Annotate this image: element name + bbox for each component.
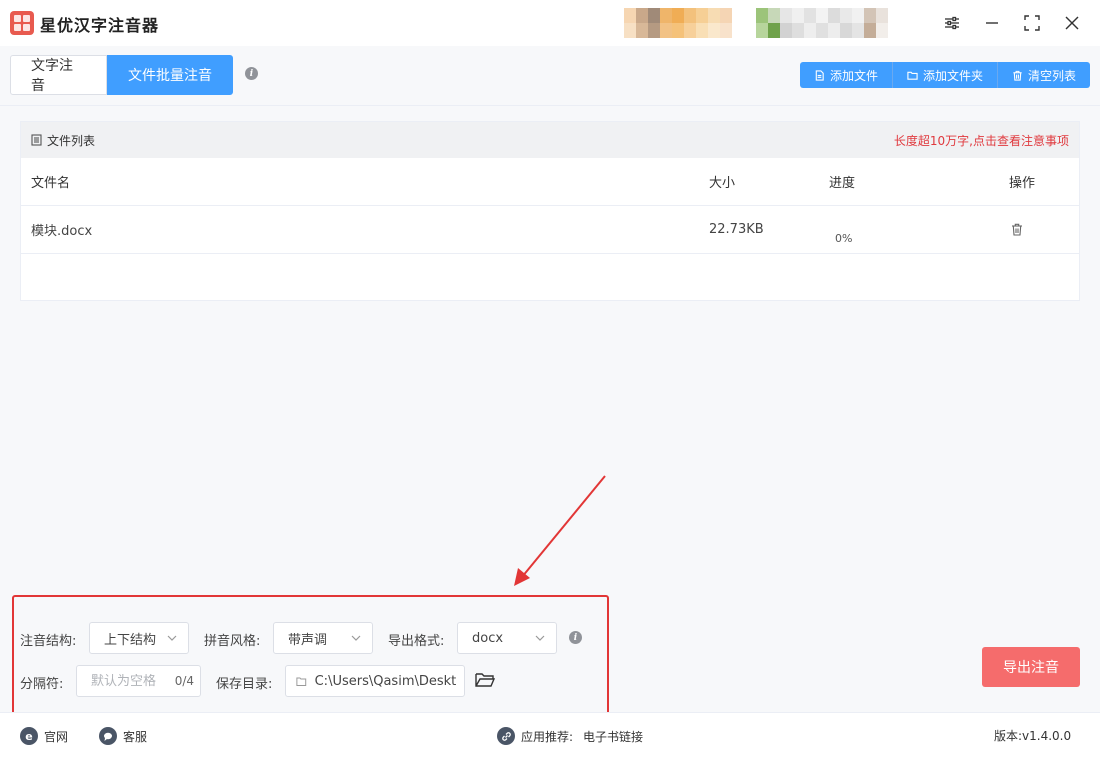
close-icon[interactable] — [1060, 11, 1084, 35]
recommend-label: 应用推荐: — [521, 729, 574, 744]
col-progress: 进度 — [829, 176, 856, 191]
folder-icon — [907, 71, 918, 80]
trash-icon — [1013, 70, 1022, 81]
style-label: 拼音风格: — [204, 634, 261, 649]
file-icon — [815, 69, 824, 81]
title-bar: 星优汉字注音器 — [0, 0, 1100, 46]
separator-count: 0/4 — [174, 674, 194, 688]
version-label: 版本:v1.4.0.0 — [994, 729, 1072, 743]
app-logo-icon — [10, 11, 34, 35]
ebook-link[interactable]: 电子书链接 — [583, 728, 643, 745]
export-format-select[interactable]: docx — [457, 622, 557, 654]
separator-input[interactable] — [91, 673, 171, 689]
file-list-panel: 文件列表 长度超10万字,点击查看注意事项 文件名 大小 进度 操作 模块.do… — [20, 121, 1080, 301]
chevron-down-icon — [351, 635, 361, 641]
info-icon[interactable]: i — [245, 67, 258, 80]
col-action: 操作 — [1009, 176, 1036, 191]
export-annotation-button[interactable]: 导出注音 — [982, 647, 1080, 687]
trash-icon — [1012, 223, 1022, 236]
minimize-icon[interactable] — [980, 11, 1004, 35]
format-value: docx — [472, 630, 504, 646]
settings-highlight-box — [12, 595, 609, 715]
recommend-area: 应用推荐: 电子书链接 — [497, 727, 643, 745]
clear-list-button[interactable]: 清空列表 — [998, 62, 1090, 88]
length-notice-link[interactable]: 长度超10万字,点击查看注意事项 — [894, 132, 1069, 149]
chat-bubble-icon — [99, 727, 117, 745]
file-list-header: 文件列表 长度超10万字,点击查看注意事项 — [21, 122, 1079, 158]
file-list-title: 文件列表 — [47, 133, 96, 148]
table-header: 文件名 大小 进度 操作 — [21, 158, 1079, 206]
table-row[interactable]: 模块.docx 22.73KB 0% — [21, 206, 1079, 254]
add-folder-label: 添加文件夹 — [922, 68, 983, 83]
col-size: 大小 — [709, 176, 736, 191]
structure-label: 注音结构: — [20, 634, 77, 649]
footer-bar: e 官网 客服 应用推荐: 电子书链接 版本:v1.4.0.0 — [0, 712, 1100, 760]
chevron-down-icon — [535, 635, 545, 641]
mode-tabs: 文字注音 文件批量注音 — [10, 55, 233, 95]
browse-folder-button[interactable] — [474, 670, 496, 694]
col-filename: 文件名 — [31, 176, 71, 191]
blurred-avatar — [624, 8, 732, 38]
save-dir-field[interactable] — [285, 665, 465, 697]
blurred-username — [756, 8, 888, 38]
file-name: 模块.docx — [31, 224, 93, 239]
support-label: 客服 — [123, 729, 148, 744]
tab-batch-file-annotation[interactable]: 文件批量注音 — [107, 55, 233, 95]
website-link[interactable]: e 官网 — [20, 727, 68, 745]
add-folder-button[interactable]: 添加文件夹 — [893, 62, 998, 88]
divider — [0, 105, 1100, 106]
clear-list-label: 清空列表 — [1027, 68, 1076, 83]
file-toolbar: 添加文件 添加文件夹 清空列表 — [799, 62, 1090, 88]
pinyin-style-select[interactable]: 带声调 — [273, 622, 373, 654]
settings-sliders-icon[interactable] — [940, 11, 964, 35]
folder-icon — [296, 676, 307, 686]
style-value: 带声调 — [288, 632, 328, 648]
structure-value: 上下结构 — [104, 632, 157, 648]
maximize-icon[interactable] — [1020, 11, 1044, 35]
separator-field[interactable]: 0/4 — [76, 665, 201, 697]
link-icon — [497, 727, 515, 745]
info-icon[interactable]: i — [569, 631, 582, 644]
version-text: 版本:v1.4.0.0 — [994, 727, 1071, 744]
save-dir-label: 保存目录: — [216, 677, 273, 692]
format-label: 导出格式: — [388, 634, 445, 649]
save-dir-input[interactable] — [314, 673, 456, 689]
browser-e-icon: e — [20, 727, 38, 745]
list-icon — [31, 134, 42, 146]
add-file-button[interactable]: 添加文件 — [800, 62, 893, 88]
add-file-label: 添加文件 — [829, 68, 878, 83]
support-link[interactable]: 客服 — [99, 727, 147, 745]
chevron-down-icon — [167, 635, 177, 641]
open-folder-icon — [475, 673, 496, 687]
tab-text-annotation[interactable]: 文字注音 — [10, 55, 107, 95]
structure-select[interactable]: 上下结构 — [89, 622, 189, 654]
app-title: 星优汉字注音器 — [40, 16, 160, 35]
separator-label: 分隔符: — [20, 677, 64, 692]
delete-row-button[interactable] — [1011, 223, 1023, 236]
file-size: 22.73KB — [709, 222, 764, 237]
website-label: 官网 — [44, 729, 69, 744]
